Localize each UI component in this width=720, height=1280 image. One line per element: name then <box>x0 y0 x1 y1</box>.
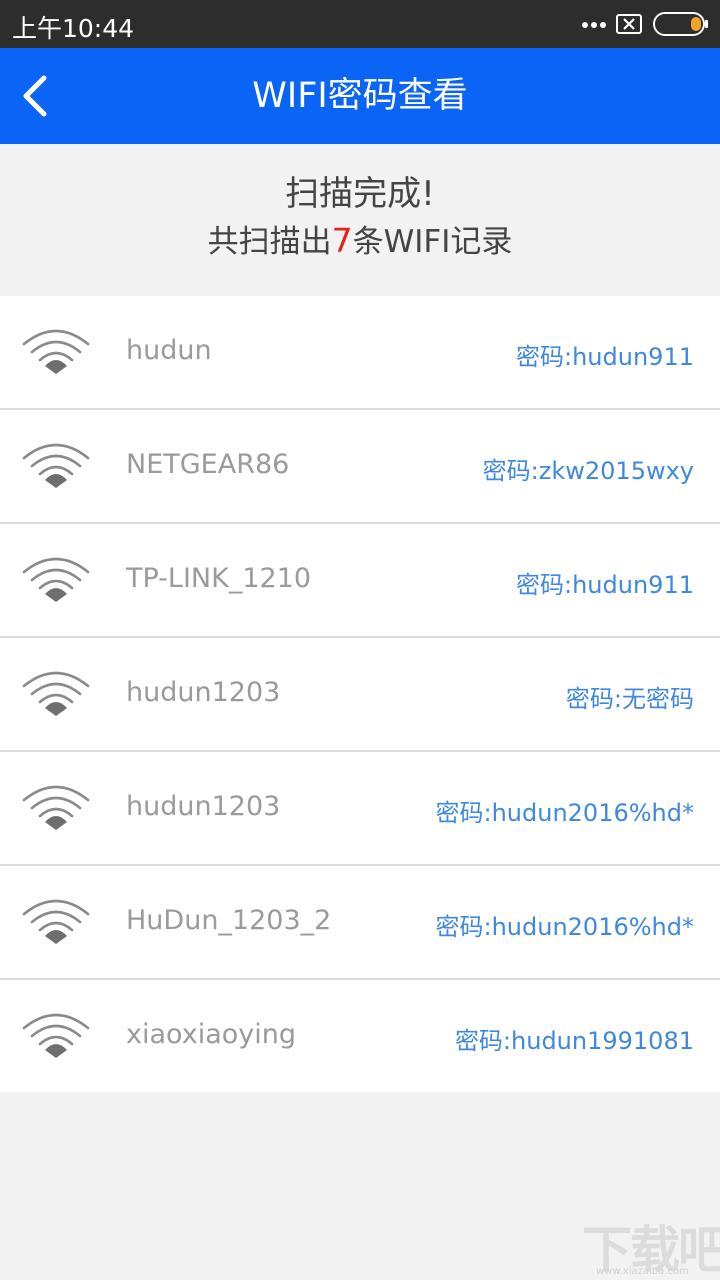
scan-complete-title: 扫描完成! <box>285 174 435 214</box>
wifi-ssid: NETGEAR86 <box>126 449 290 480</box>
wifi-icon <box>22 329 90 374</box>
wifi-icon <box>22 785 90 830</box>
wifi-password: 密码:hudun911 <box>516 571 694 599</box>
wifi-icon <box>22 1013 90 1058</box>
watermark-logo: 下载吧 www.xiazaiba.com <box>582 1210 720 1279</box>
wifi-icon <box>22 899 90 944</box>
scan-count-suffix: 条WIFI记录 <box>352 224 513 260</box>
wifi-list-item[interactable]: hudun1203 密码:无密码 <box>0 638 720 752</box>
wifi-icon <box>22 671 90 716</box>
scan-count: 7 <box>331 221 353 260</box>
scan-count-line: 共扫描出7条WIFI记录 <box>0 216 720 261</box>
page-title: WIFI密码查看 <box>252 76 468 116</box>
chevron-left-icon <box>23 75 47 117</box>
sim-card-icon <box>616 14 642 34</box>
battery-icon <box>653 12 708 36</box>
scan-summary: 扫描完成! 共扫描出7条WIFI记录 <box>0 144 720 276</box>
wifi-list-item[interactable]: TP-LINK_1210 密码:hudun911 <box>0 524 720 638</box>
wifi-ssid: HuDun_1203_2 <box>126 905 332 936</box>
scan-count-prefix: 共扫描出 <box>207 224 332 260</box>
wifi-list-item[interactable]: hudun 密码:hudun911 <box>0 296 720 410</box>
back-button[interactable] <box>14 72 62 120</box>
wifi-ssid: TP-LINK_1210 <box>126 563 312 594</box>
app-bar: WIFI密码查看 <box>0 48 720 144</box>
wifi-ssid: hudun1203 <box>126 791 281 822</box>
wifi-password: 密码:hudun1991081 <box>454 1027 694 1055</box>
wifi-password: 密码:无密码 <box>565 685 694 713</box>
wifi-list-item[interactable]: xiaoxiaoying 密码:hudun1991081 <box>0 980 720 1094</box>
wifi-password: 密码:zkw2015wxy <box>482 457 694 485</box>
wifi-list-item[interactable]: NETGEAR86 密码:zkw2015wxy <box>0 410 720 524</box>
wifi-icon <box>22 443 90 488</box>
wifi-list-item[interactable]: hudun1203 密码:hudun2016%hd* <box>0 752 720 866</box>
wifi-list: hudun 密码:hudun911 NETGEAR86 密码:zkw2015wx… <box>0 296 720 1092</box>
wifi-ssid: xiaoxiaoying <box>126 1019 296 1050</box>
wifi-password: 密码:hudun911 <box>516 343 694 371</box>
wifi-icon <box>22 557 90 602</box>
wifi-list-item[interactable]: HuDun_1203_2 密码:hudun2016%hd* <box>0 866 720 980</box>
watermark-url: www.xiazaiba.com <box>596 1266 689 1277</box>
wifi-password: 密码:hudun2016%hd* <box>435 913 695 941</box>
status-bar: 上午10:44 <box>0 0 720 48</box>
wifi-ssid: hudun <box>126 335 212 366</box>
status-time: 上午10:44 <box>12 14 135 43</box>
wifi-ssid: hudun1203 <box>126 677 281 708</box>
more-dots-icon <box>582 22 606 30</box>
wifi-password: 密码:hudun2016%hd* <box>435 799 695 827</box>
